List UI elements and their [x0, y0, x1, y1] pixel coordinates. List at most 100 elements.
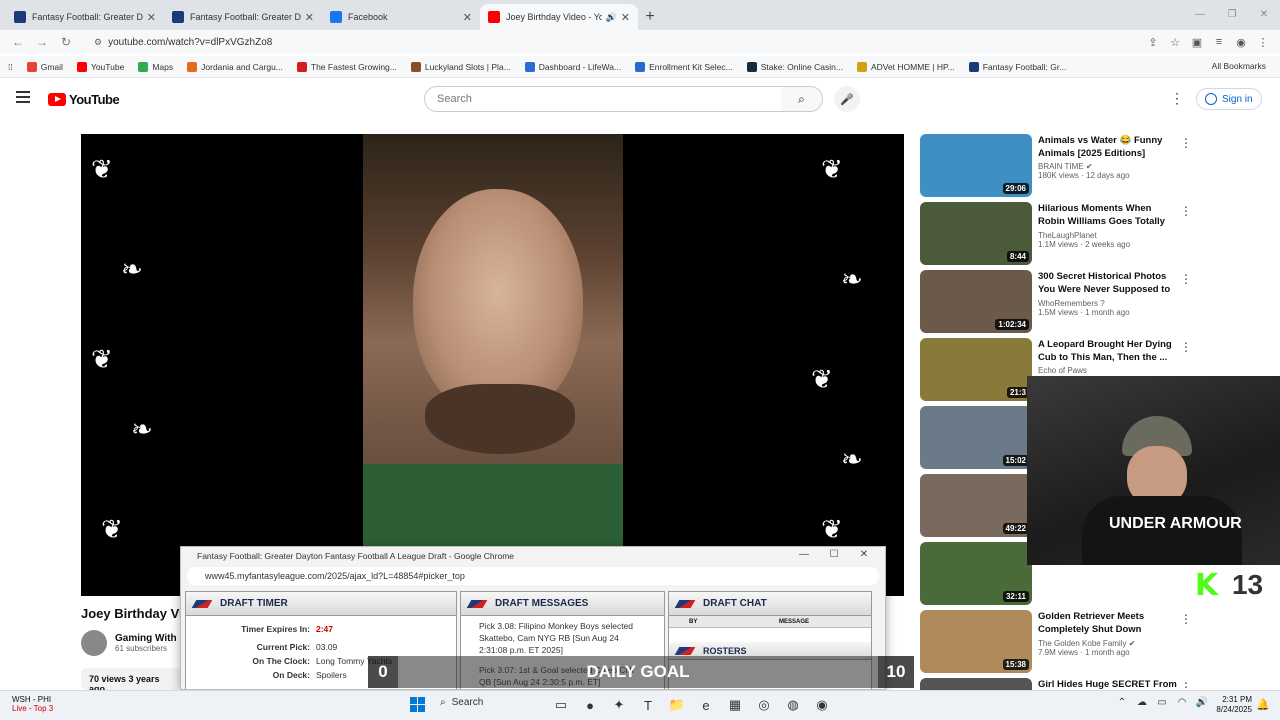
bookmark-item[interactable]: Gmail [26, 61, 63, 72]
sign-in-button[interactable]: Sign in [1196, 88, 1262, 110]
league-logo-icon [191, 599, 213, 608]
bookmark-item[interactable]: ADVet HOMME | HP... [856, 61, 955, 72]
windows-start-icon[interactable] [410, 697, 426, 713]
recommended-video[interactable]: 1:02:34 300 Secret Historical Photos You … [920, 270, 1270, 334]
popup-maximize-icon[interactable]: ☐ [819, 549, 849, 560]
popup-minimize-icon[interactable]: — [789, 549, 819, 560]
youtube-logo[interactable]: YouTube [48, 92, 120, 107]
video-menu-icon[interactable]: ⋮ [1180, 204, 1192, 218]
video-thumbnail[interactable]: 21:3 [920, 338, 1032, 401]
forward-icon[interactable]: → [30, 35, 54, 49]
apps-icon[interactable]: ⁞⁞ [8, 62, 13, 72]
site-info-icon[interactable]: ⚙ [94, 37, 102, 48]
chat-col-message: MESSAGE [779, 618, 810, 625]
channel-name[interactable]: Gaming With [115, 633, 177, 644]
popup-titlebar[interactable]: Fantasy Football: Greater Dayton Fantasy… [181, 547, 885, 565]
browser-tab[interactable]: Joey Birthday Video - YouTub 🔊 ✕ [480, 4, 638, 30]
chrome-icon[interactable]: ◎ [753, 696, 775, 714]
browser-tab[interactable]: Fantasy Football: Greater Dayto ✕ [6, 4, 164, 30]
menu-icon[interactable] [16, 91, 30, 106]
video-menu-icon[interactable]: ⋮ [1180, 612, 1192, 626]
video-thumbnail[interactable]: 29:06 [920, 134, 1032, 197]
maximize-icon[interactable]: ❐ [1216, 0, 1248, 28]
recommended-video[interactable]: 15:38 Golden Retriever Meets Completely S… [920, 610, 1270, 674]
bookmark-favicon-icon [410, 61, 421, 72]
video-menu-icon[interactable]: ⋮ [1180, 340, 1192, 354]
news-widget[interactable]: WSH - PHI Live - Top 3 [12, 695, 53, 713]
settings-kebab-icon[interactable]: ⋮ [1170, 90, 1184, 107]
store-icon[interactable]: ▦ [724, 696, 746, 714]
address-bar[interactable]: ⚙ youtube.com/watch?v=dlPxVGzhZo8 [86, 32, 1134, 52]
app-icon[interactable]: ◉ [811, 696, 833, 714]
all-bookmarks-button[interactable]: All Bookmarks [1212, 61, 1266, 71]
search-icon[interactable]: ⌕ [781, 86, 823, 112]
popup-url[interactable]: www45.myfantasyleague.com/2025/ajax_ld?L… [187, 567, 879, 585]
tab-close-icon[interactable]: ✕ [147, 11, 156, 24]
video-menu-icon[interactable]: ⋮ [1180, 272, 1192, 286]
video-channel: Echo of Paws [1038, 366, 1087, 375]
video-meta: 1.1M views · 2 weeks ago [1038, 240, 1131, 249]
onedrive-icon[interactable]: ☁ [1132, 697, 1152, 708]
video-thumbnail[interactable]: 1:02:34 [920, 270, 1032, 333]
video-title-text: Animals vs Water 😂 Funny Animals [2025 E… [1038, 135, 1163, 159]
media-controls-icon[interactable]: ≡ [1208, 36, 1230, 49]
tab-close-icon[interactable]: ✕ [305, 11, 314, 24]
video-thumbnail[interactable]: 15:38 [920, 610, 1032, 673]
popup-close-icon[interactable]: ✕ [849, 549, 879, 560]
new-tab-icon[interactable]: + [638, 4, 662, 30]
wifi-icon[interactable]: ◠ [1172, 697, 1192, 708]
tab-close-icon[interactable]: ✕ [621, 11, 630, 24]
tab-close-icon[interactable]: ✕ [463, 11, 472, 24]
taskview-icon[interactable]: ▭ [550, 696, 572, 714]
edge-icon[interactable]: e [695, 696, 717, 714]
github-icon[interactable]: ● [579, 696, 601, 714]
file-explorer-icon[interactable]: 📁 [666, 696, 688, 714]
bookmark-item[interactable]: YouTube [76, 61, 124, 72]
video-views-date[interactable]: 70 views 3 years ago [81, 668, 181, 694]
browser-menu-icon[interactable]: ⋮ [1252, 36, 1274, 49]
recommended-video[interactable]: 29:06 Animals vs Water 😂 Funny Animals [2… [920, 134, 1270, 198]
search-input[interactable]: Search [424, 86, 782, 112]
bookmark-item[interactable]: Stake: Online Casin... [746, 61, 843, 72]
video-thumbnail[interactable]: 49:22 [920, 474, 1032, 537]
tab-audio-icon[interactable]: 🔊 [606, 12, 617, 23]
bookmark-item[interactable]: Enrollment Kit Selec... [635, 61, 733, 72]
system-clock[interactable]: 2:31 PM 8/24/2025 [1200, 695, 1252, 715]
browser-tab[interactable]: Fantasy Football: Greater Dayto ✕ [164, 4, 322, 30]
bookmark-item[interactable]: Luckyland Slots | Pla... [410, 61, 511, 72]
timer-row: Timer Expires In: 2:47 [186, 624, 456, 634]
bookmark-item[interactable]: Dashboard - LifeWa... [524, 61, 621, 72]
webcam-shirt-logo: UNDER ARMOUR [1109, 515, 1242, 532]
reload-icon[interactable]: ↻ [54, 35, 78, 49]
video-thumbnail[interactable]: 8:44 [920, 202, 1032, 265]
back-icon[interactable]: ← [6, 35, 30, 49]
discord-icon[interactable]: ◍ [782, 696, 804, 714]
bookmark-item[interactable]: Jordania and Cargu... [187, 61, 283, 72]
copilot-icon[interactable]: ✦ [608, 696, 630, 714]
cast-icon[interactable]: ▭ [1152, 697, 1172, 708]
bookmark-star-icon[interactable]: ☆ [1164, 36, 1186, 49]
notification-icon[interactable]: 🔔 [1256, 698, 1270, 711]
microphone-icon[interactable]: 🎤 [834, 86, 860, 112]
browser-tab[interactable]: Facebook ✕ [322, 4, 480, 30]
install-app-icon[interactable]: ⇪ [1142, 36, 1164, 49]
video-thumbnail[interactable]: 32:11 [920, 542, 1032, 605]
tray-chevron-icon[interactable]: ⌃ [1112, 697, 1132, 708]
channel-avatar[interactable] [81, 630, 107, 656]
recommended-video[interactable]: 8:44 Hilarious Moments When Robin William… [920, 202, 1270, 266]
video-player[interactable]: ❦ ❧ ❦ ❧ ❦ ❦ ❧ ❦ ❧ ❦ [81, 134, 904, 596]
tab-favicon-icon [330, 11, 342, 23]
video-info: Animals vs Water 😂 Funny Animals [2025 E… [1038, 134, 1178, 198]
taskbar-search[interactable]: ⌕ Search [440, 697, 483, 708]
bookmark-item[interactable]: The Fastest Growing... [296, 61, 397, 72]
video-menu-icon[interactable]: ⋮ [1180, 136, 1192, 150]
close-icon[interactable]: ✕ [1248, 0, 1280, 28]
side-panel-icon[interactable]: ▣ [1186, 36, 1208, 49]
minimize-icon[interactable]: — [1184, 0, 1216, 28]
profile-icon[interactable]: ◉ [1230, 36, 1252, 49]
bookmark-item[interactable]: Maps [138, 61, 173, 72]
teams-icon[interactable]: T [637, 696, 659, 714]
video-thumbnail[interactable]: 15:02 [920, 406, 1032, 469]
bookmark-item[interactable]: Fantasy Football: Gr... [968, 61, 1066, 72]
league-logo-icon [466, 599, 488, 608]
